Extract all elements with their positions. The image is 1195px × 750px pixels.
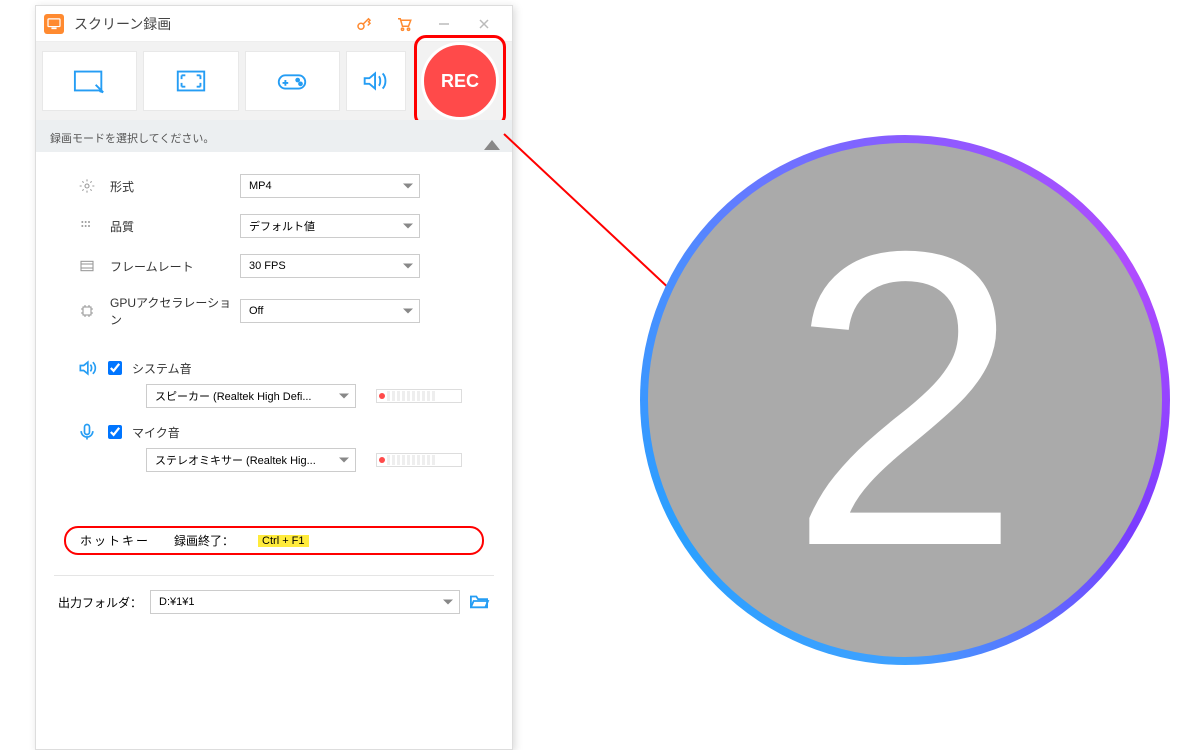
quality-label: 品質 xyxy=(110,218,240,235)
chip-icon xyxy=(76,303,98,319)
output-row: 出力フォルダ： D:¥1¥1 xyxy=(36,576,512,628)
film-icon xyxy=(76,258,98,274)
mic-audio-label: マイク音 xyxy=(132,424,180,441)
folder-open-icon[interactable] xyxy=(468,592,490,613)
mode-audio-button[interactable] xyxy=(346,51,406,111)
format-select[interactable]: MP4 xyxy=(240,174,420,198)
quality-icon xyxy=(76,218,98,234)
countdown-number: 2 xyxy=(788,190,1022,610)
gpu-select[interactable]: Off xyxy=(240,299,420,323)
output-label: 出力フォルダ： xyxy=(58,594,142,611)
format-label: 形式 xyxy=(110,178,240,195)
quality-select[interactable]: デフォルト値 xyxy=(240,214,420,238)
countdown-circle: 2 xyxy=(640,135,1170,665)
hint-row: 録画モードを選択してください。 xyxy=(36,120,512,152)
hotkey-stop-label: 録画終了： xyxy=(174,532,234,549)
mic-audio-device-select[interactable]: ステレオミキサー (Realtek Hig... xyxy=(146,448,356,472)
mode-region-button[interactable] xyxy=(42,51,137,111)
app-logo-icon xyxy=(44,14,64,34)
output-path-select[interactable]: D:¥1¥1 xyxy=(150,590,460,614)
mic-icon xyxy=(76,422,98,442)
mode-game-button[interactable] xyxy=(245,51,340,111)
gear-icon xyxy=(76,178,98,194)
system-audio-level xyxy=(376,389,462,403)
hint-text: 録画モードを選択してください。 xyxy=(50,133,214,145)
system-audio-checkbox[interactable] xyxy=(108,361,122,375)
window-title: スクリーン録画 xyxy=(74,14,171,34)
key-icon[interactable] xyxy=(344,6,384,42)
fps-label: フレームレート xyxy=(110,258,240,275)
app-window: スクリーン録画 REC 録画モードを xyxy=(35,5,513,750)
mode-bar: REC xyxy=(36,42,512,120)
mode-fullscreen-button[interactable] xyxy=(143,51,238,111)
speaker-icon xyxy=(76,358,98,378)
hotkey-label: ホットキー xyxy=(80,532,150,549)
audio-settings: システム音 スピーカー (Realtek High Defi... マイク音 ス… xyxy=(36,352,512,496)
rec-button[interactable]: REC xyxy=(421,42,499,120)
mic-audio-level xyxy=(376,453,462,467)
rec-button-wrap: REC xyxy=(414,35,506,127)
system-audio-label: システム音 xyxy=(132,360,192,377)
collapse-toggle[interactable] xyxy=(484,140,500,150)
hotkey-row: ホットキー 録画終了： Ctrl + F1 xyxy=(64,526,484,555)
hotkey-stop-key: Ctrl + F1 xyxy=(258,535,308,547)
mic-audio-checkbox[interactable] xyxy=(108,425,122,439)
video-settings: 形式 MP4 品質 デフォルト値 フレームレート 30 FPS GPUアクセラレ… xyxy=(36,152,512,352)
fps-select[interactable]: 30 FPS xyxy=(240,254,420,278)
gpu-label: GPUアクセラレーション xyxy=(110,294,240,328)
system-audio-device-select[interactable]: スピーカー (Realtek High Defi... xyxy=(146,384,356,408)
